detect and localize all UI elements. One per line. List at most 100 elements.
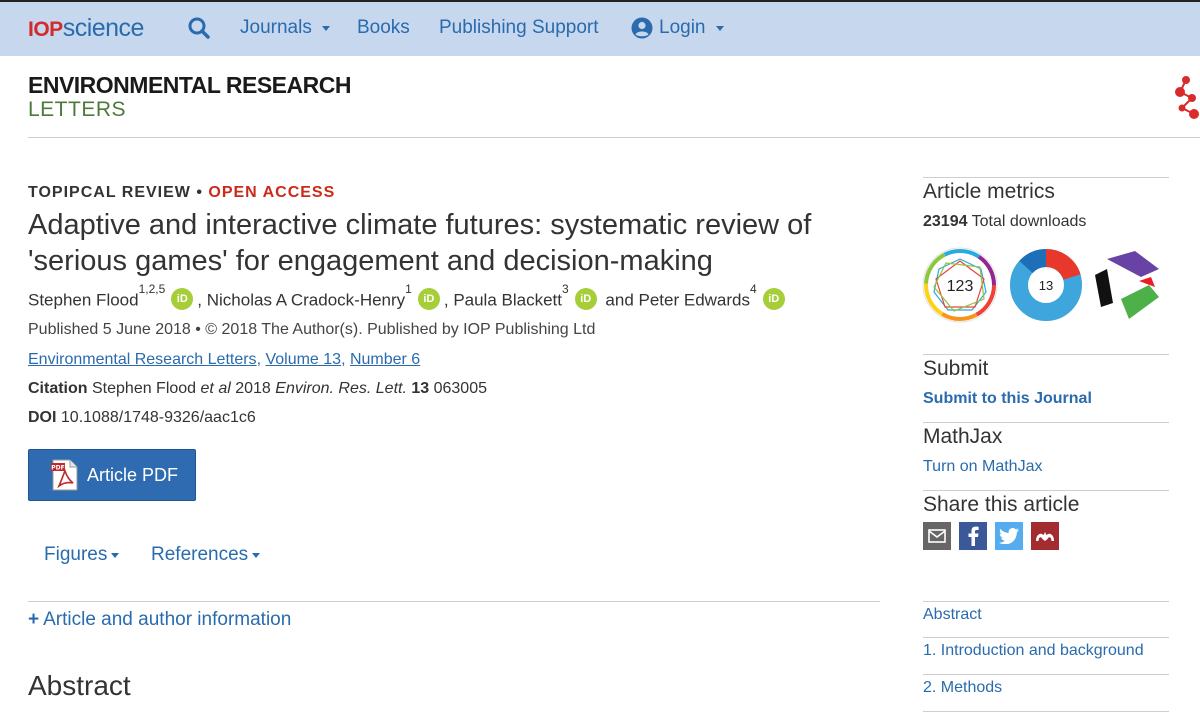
twitter-share-button[interactable] xyxy=(995,522,1023,550)
banner-divider xyxy=(28,137,1200,138)
author-affiliation: 1,2,5 xyxy=(138,282,166,296)
toc-item-abstract[interactable]: Abstract xyxy=(923,606,982,624)
plumx-badge[interactable] xyxy=(1091,247,1161,323)
article-title: Adaptive and interactive climate futures… xyxy=(28,209,812,277)
article-info-label: Article and author information xyxy=(43,609,292,630)
submit-heading: Submit xyxy=(923,357,989,380)
turn-on-mathjax-link[interactable]: Turn on MathJax xyxy=(923,458,1042,476)
orcid-icon[interactable]: iD xyxy=(762,288,785,311)
figures-dropdown[interactable]: Figures xyxy=(44,544,120,566)
plus-icon: + xyxy=(28,609,40,630)
top-navigation-bar: IOPscience Journals Books Publishing Sup… xyxy=(0,0,1200,56)
chevron-down-icon xyxy=(111,552,120,558)
main-divider xyxy=(28,601,880,602)
doi-line: DOI 10.1088/1748-9326/aac1c6 xyxy=(28,409,256,427)
citation-authors: Stephen Flood xyxy=(92,380,197,397)
total-downloads: 23194 Total downloads xyxy=(923,213,1086,231)
author-list: Stephen Flood1,2,5 iD , Nicholas A Crado… xyxy=(28,282,789,311)
dimensions-badge[interactable]: 123 xyxy=(922,247,998,323)
nav-journals-dropdown[interactable]: Journals xyxy=(240,17,330,39)
author-item[interactable]: and Peter Edwards4 xyxy=(601,282,756,311)
sidebar-divider xyxy=(923,177,1169,178)
chevron-down-icon xyxy=(715,25,724,31)
article-info-expander[interactable]: + Article and author information xyxy=(28,609,291,631)
article-type-line: TOPIPCAL REVIEW • OPEN ACCESS xyxy=(28,184,335,202)
share-heading: Share this article xyxy=(923,493,1080,516)
author-item[interactable]: Stephen Flood1,2,5 xyxy=(28,282,165,311)
chevron-down-icon xyxy=(252,552,261,558)
abstract-heading: Abstract xyxy=(28,670,131,701)
sidebar-divider xyxy=(923,601,1169,602)
nav-books-link[interactable]: Books xyxy=(357,17,410,39)
facebook-share-button[interactable] xyxy=(959,522,987,550)
references-label: References xyxy=(151,544,249,565)
orcid-icon[interactable]: iD xyxy=(574,288,597,311)
submit-to-journal-link[interactable]: Submit to this Journal xyxy=(923,390,1092,408)
iopscience-logo[interactable]: IOPscience xyxy=(28,14,144,43)
journal-title-line2: LETTERS xyxy=(28,98,127,121)
email-share-button[interactable] xyxy=(923,522,951,550)
issue-number-link[interactable]: Number 6 xyxy=(350,351,420,368)
orcid-icon[interactable]: iD xyxy=(417,288,440,311)
email-icon xyxy=(928,529,946,543)
journal-breadcrumb: Environmental Research Letters, Volume 1… xyxy=(28,351,421,368)
sidebar-divider xyxy=(923,637,1169,638)
downloads-label: Total downloads xyxy=(971,213,1087,230)
toc-item-methods[interactable]: 2. Methods xyxy=(923,679,1002,697)
author-affiliation: 4 xyxy=(750,282,757,296)
publication-info: Published 5 June 2018 • © 2018 The Autho… xyxy=(28,321,596,338)
article-metrics-heading: Article metrics xyxy=(923,180,1055,203)
svg-text:PDF: PDF xyxy=(51,465,64,472)
open-access-label: OPEN ACCESS xyxy=(208,184,336,201)
article-pdf-button[interactable]: PDF Article PDF xyxy=(28,449,196,501)
article-type-separator: • xyxy=(196,184,203,201)
journal-logo[interactable]: ENVIRONMENTAL RESEARCH LETTERS xyxy=(28,74,351,121)
dimensions-count: 123 xyxy=(947,278,974,295)
author-name: Nicholas A Cradock-Henry xyxy=(206,290,406,310)
sidebar-divider xyxy=(923,422,1169,423)
brand-science: science xyxy=(62,14,145,42)
citation-etal: et al xyxy=(200,380,231,397)
citation-journal: Environ. Res. Lett. xyxy=(275,380,407,397)
search-icon[interactable] xyxy=(188,17,210,39)
author-name: Stephen Flood xyxy=(28,290,139,310)
citation-article-number: 063005 xyxy=(433,380,487,397)
figures-label: Figures xyxy=(44,544,108,565)
volume-link[interactable]: Volume 13 xyxy=(265,351,341,368)
author-item[interactable]: , Paula Blackett3 xyxy=(444,282,569,311)
altmetric-badge[interactable]: 13 xyxy=(1008,247,1084,323)
author-name: Peter Edwards xyxy=(638,290,751,310)
banner-decoration-graphic xyxy=(1175,76,1199,119)
author-item[interactable]: , Nicholas A Cradock-Henry1 xyxy=(197,282,412,311)
brand-iop: IOP xyxy=(28,18,63,41)
citation-label: Citation xyxy=(28,380,88,397)
chevron-down-icon xyxy=(321,25,330,31)
citation-volume: 13 xyxy=(411,380,430,397)
references-dropdown[interactable]: References xyxy=(151,544,261,566)
citation-year: 2018 xyxy=(235,380,271,397)
journal-name-link[interactable]: Environmental Research Letters xyxy=(28,351,257,368)
doi-label: DOI xyxy=(28,409,57,426)
mendeley-share-button[interactable] xyxy=(1031,522,1059,550)
user-icon xyxy=(631,17,653,39)
altmetric-score: 13 xyxy=(1039,278,1053,293)
doi-value: 10.1088/1748-9326/aac1c6 xyxy=(60,409,256,426)
twitter-icon xyxy=(999,528,1019,544)
nav-publishing-support-link[interactable]: Publishing Support xyxy=(439,17,599,39)
downloads-count: 23194 xyxy=(923,213,968,230)
citation-line: Citation Stephen Flood et al 2018 Enviro… xyxy=(28,380,487,398)
sidebar-divider xyxy=(923,674,1169,675)
nav-books-label: Books xyxy=(357,17,410,38)
sidebar-divider xyxy=(923,354,1169,355)
nav-login-dropdown[interactable]: Login xyxy=(631,17,724,39)
facebook-icon xyxy=(968,526,979,546)
nav-publishing-support-label: Publishing Support xyxy=(439,17,599,38)
orcid-icon[interactable]: iD xyxy=(171,288,194,311)
toc-item-introduction[interactable]: 1. Introduction and background xyxy=(923,642,1144,660)
author-affiliation: 3 xyxy=(562,282,569,296)
author-name: Paula Blackett xyxy=(453,290,562,310)
article-type: TOPIPCAL REVIEW xyxy=(28,184,191,201)
sidebar-divider xyxy=(923,711,1169,712)
nav-login-label: Login xyxy=(659,17,706,38)
nav-journals-label: Journals xyxy=(240,17,312,38)
